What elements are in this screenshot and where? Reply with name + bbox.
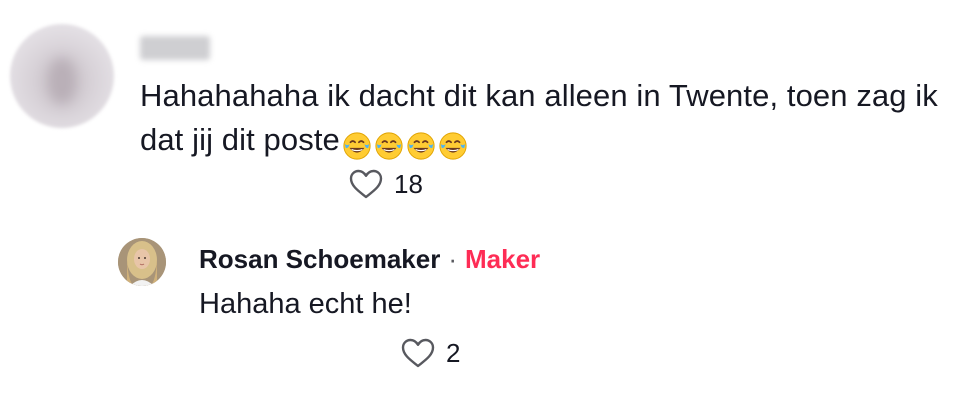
heart-outline-icon [400, 337, 436, 369]
creator-badge: Maker [465, 244, 541, 274]
emoji-group [342, 122, 470, 166]
heart-outline-icon [348, 168, 384, 200]
comment-body: Hahahahaha ik dacht dit kan alleen in Tw… [140, 78, 938, 157]
comment-text: Hahahahaha ik dacht dit kan alleen in Tw… [140, 74, 960, 166]
tears-of-joy-emoji-icon [375, 132, 403, 160]
tears-of-joy-emoji-icon [439, 132, 467, 160]
comment-like-count: 18 [394, 168, 423, 199]
comment-thread: Hahahahaha ik dacht dit kan alleen in Tw… [0, 0, 980, 400]
reply-like-count: 2 [446, 337, 461, 368]
tears-of-joy-emoji-icon [343, 132, 371, 160]
reply-text: Hahaha echt he! [199, 288, 412, 320]
tears-of-joy-emoji-icon [407, 132, 435, 160]
reply-like-button[interactable]: 2 [400, 337, 460, 369]
commenter-avatar[interactable] [10, 24, 114, 128]
reply-author-avatar[interactable] [118, 238, 166, 286]
reply-item: Rosan Schoemaker · Maker Hahaha echt he! 2 [0, 220, 980, 400]
reply-header: Rosan Schoemaker · Maker [199, 242, 540, 276]
commenter-username-redacted[interactable] [140, 36, 210, 60]
comment-like-button[interactable]: 18 [348, 168, 423, 200]
comment-item: Hahahahaha ik dacht dit kan alleen in Tw… [0, 0, 980, 220]
reply-author-name[interactable]: Rosan Schoemaker [199, 244, 440, 274]
reply-separator: · [448, 244, 457, 274]
